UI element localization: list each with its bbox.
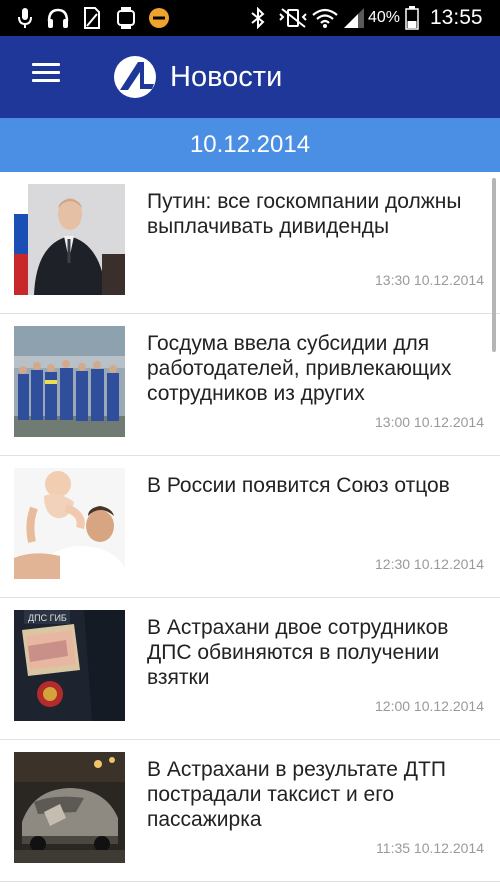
date-header: 10.12.2014 [0,118,500,172]
svg-text:ДПС ГИБ: ДПС ГИБ [28,613,67,623]
news-item[interactable]: Госдума ввела субсидии для работодателей… [0,314,500,456]
signal-icon [342,6,366,30]
battery-percent: 40% [368,9,401,26]
news-headline: В России появится Союз отцов [147,474,450,497]
news-timestamp: 13:30 10.12.2014 [375,272,484,288]
sim-icon [82,6,102,30]
status-bar: 40% 13:55 [0,0,500,36]
news-thumbnail [14,752,125,863]
news-item[interactable]: ДПС ГИБ В Астрахани двое сотрудников ДПС… [0,598,500,740]
news-timestamp: 12:30 10.12.2014 [375,556,484,572]
watch-icon [114,6,138,30]
headset-icon [44,6,72,30]
news-thumbnail [14,184,125,295]
scrollbar[interactable] [492,178,496,352]
news-headline: Госдума ввела субсидии для работодателей… [147,332,452,405]
app-logo [112,54,158,100]
bluetooth-icon [248,6,268,30]
app-title: Новости [170,61,283,93]
news-item[interactable]: В России появится Союз отцов 12:30 10.12… [0,456,500,598]
do-not-disturb-icon [146,6,172,30]
app-bar: Новости [0,36,500,118]
news-item[interactable]: В Астрахани в результате ДТП пострадали … [0,740,500,882]
news-list[interactable]: Путин: все госкомпании должны выплачиват… [0,172,500,889]
wifi-icon [312,6,338,30]
news-headline: В Астрахани в результате ДТП пострадали … [147,758,446,831]
news-timestamp: 11:35 10.12.2014 [376,840,484,856]
vibrate-off-icon [276,6,310,30]
news-thumbnail [14,326,125,437]
news-item[interactable]: Путин: все госкомпании должны выплачиват… [0,172,500,314]
clock: 13:55 [430,6,483,29]
news-headline: Путин: все госкомпании должны выплачиват… [147,190,462,238]
mic-icon [14,6,36,30]
news-thumbnail [14,468,125,579]
news-timestamp: 12:00 10.12.2014 [375,698,484,714]
battery-icon [404,6,420,30]
news-timestamp: 13:00 10.12.2014 [375,414,484,430]
news-headline: В Астрахани двое сотрудников ДПС обвиняю… [147,616,449,689]
news-thumbnail: ДПС ГИБ [14,610,125,721]
hamburger-menu-icon[interactable] [22,57,70,97]
